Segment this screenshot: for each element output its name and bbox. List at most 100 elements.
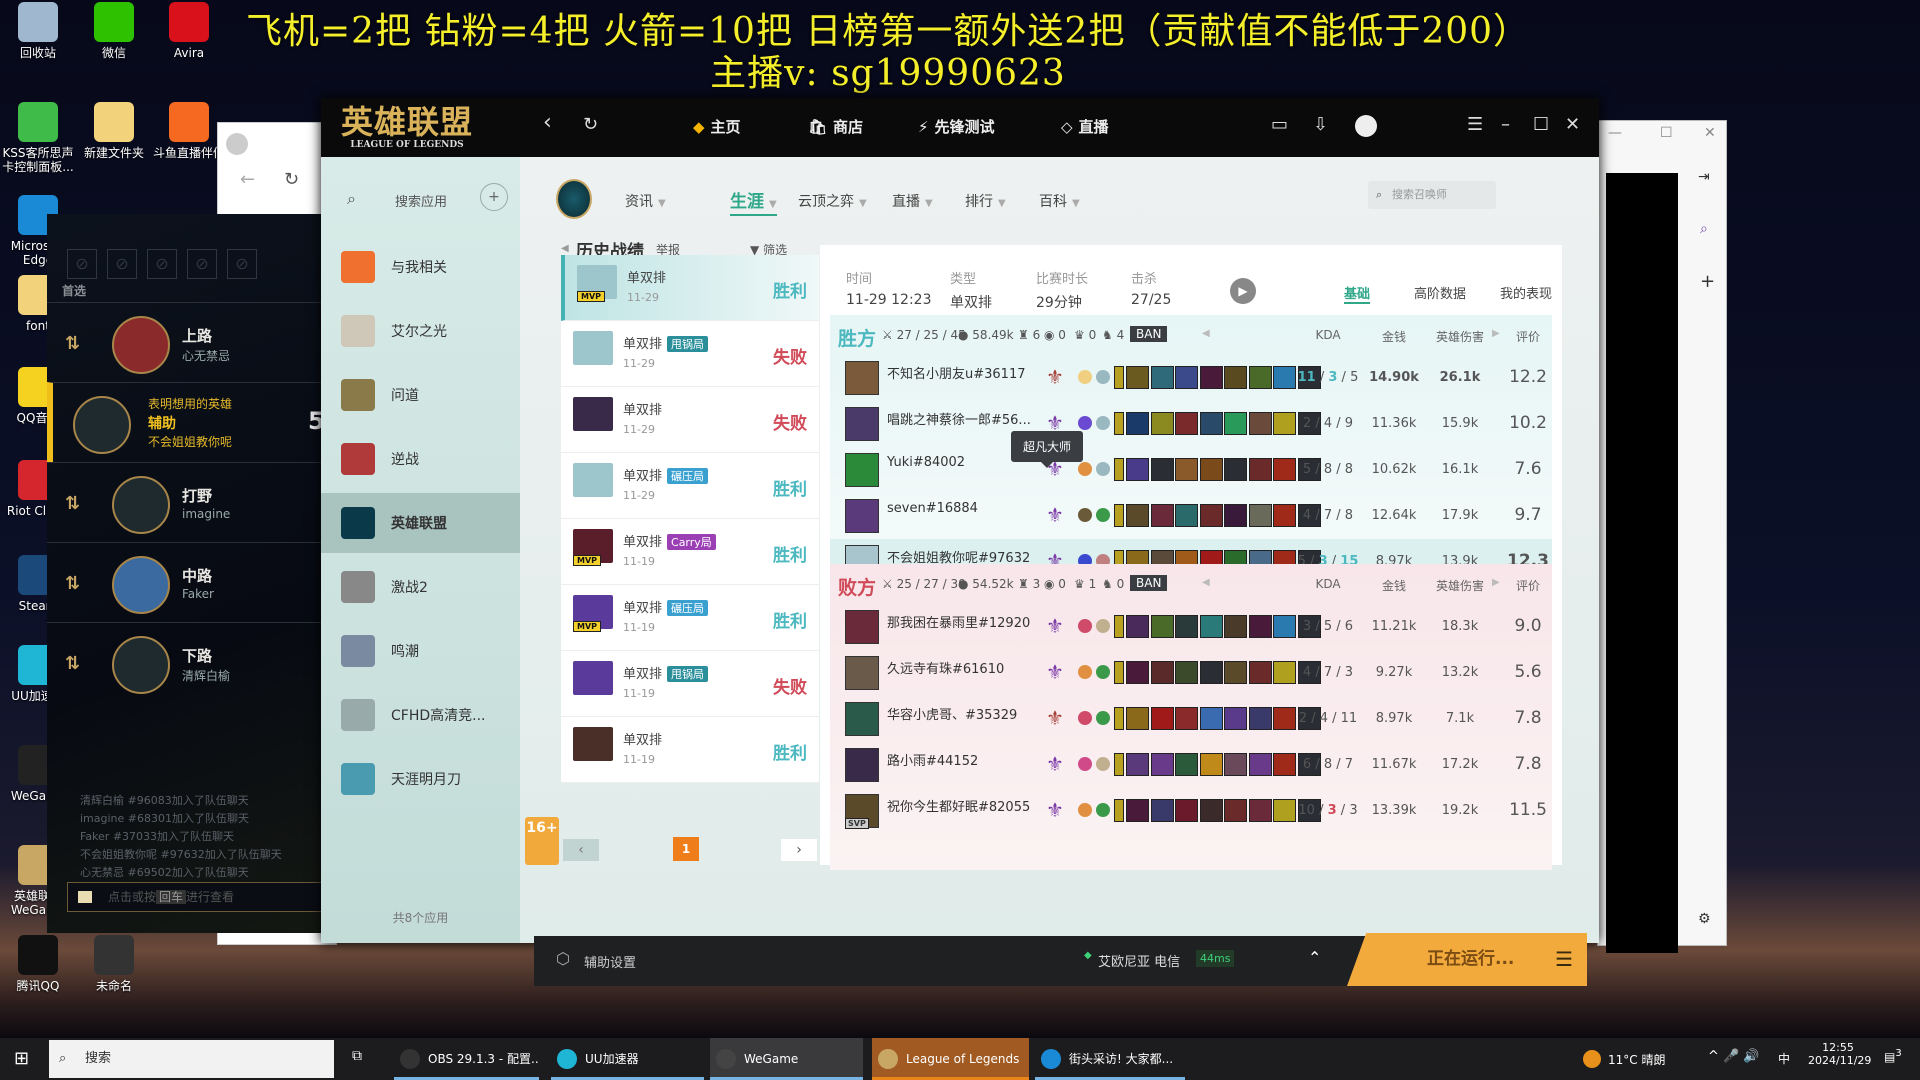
sidebar-app-item[interactable]: 问道	[321, 365, 520, 425]
maximize-icon[interactable]: ☐	[1533, 114, 1549, 135]
swap-position-icon[interactable]: ⇅	[65, 493, 80, 514]
match-list-item[interactable]: 单双排 11-29 失败	[561, 387, 819, 453]
assist-settings-button[interactable]: 辅助设置	[584, 952, 636, 971]
sidebar-app-item[interactable]: 与我相关	[321, 237, 520, 297]
player-row[interactable]: seven#16884 ⚜ 4 / 7 / 8 12.64k 17.9k 9.7	[830, 493, 1552, 539]
subnav-tab[interactable]: 生涯 ▼	[730, 187, 777, 216]
tab-my-performance[interactable]: 我的表现	[1500, 283, 1552, 302]
tab-advanced-data[interactable]: 高阶数据	[1414, 283, 1466, 302]
expand-up-icon[interactable]: ⌃	[1308, 948, 1321, 967]
server-name[interactable]: 艾欧尼亚 电信	[1098, 951, 1180, 970]
subnav-tab[interactable]: 排行 ▼	[965, 191, 1006, 211]
match-list-item[interactable]: MVP 单双排 Carry局 11-19 胜利	[561, 519, 819, 585]
search-icon[interactable]: ⌕	[1700, 221, 1708, 237]
match-list-item[interactable]: 单双排 碾压局 11-29 胜利	[561, 453, 819, 519]
desktop-icon[interactable]: 腾讯QQ	[0, 935, 76, 993]
taskbar-app[interactable]: UU加速器	[551, 1038, 704, 1080]
desktop-icon[interactable]: KSS客所思声卡控制面板...	[0, 102, 76, 174]
next-columns-icon[interactable]: ▶	[1492, 577, 1500, 588]
ime-indicator[interactable]: 中	[1778, 1050, 1790, 1067]
sidebar-app-item[interactable]: 激战2	[321, 557, 520, 617]
nav-live[interactable]: ◇ 直播	[1061, 116, 1109, 137]
close-icon[interactable]: ✕	[1565, 114, 1580, 135]
maximize-icon[interactable]: ☐	[1660, 125, 1673, 141]
taskbar-app[interactable]: OBS 29.1.3 - 配置...	[394, 1038, 539, 1080]
close-icon[interactable]: ✕	[1704, 125, 1716, 141]
settings-icon[interactable]: ⚙	[1698, 911, 1711, 927]
match-list-item[interactable]: MVP 单双排 11-29 胜利	[561, 255, 819, 321]
ban-button[interactable]: BAN	[1130, 326, 1168, 342]
add-app-button[interactable]: +	[480, 183, 508, 211]
player-row[interactable]: 不知名小朋友u#36117 ⚜ 11 / 3 / 5 14.90k 26.1k 12.2	[830, 355, 1552, 401]
minimize-icon[interactable]: –	[1501, 114, 1510, 135]
sidebar-app-item[interactable]: 逆战	[321, 429, 520, 489]
taskbar-app[interactable]: League of Legends	[872, 1038, 1029, 1080]
start-button[interactable]: ⊞	[14, 1048, 29, 1069]
prev-page-button[interactable]: ‹	[563, 839, 599, 861]
folder-icon[interactable]: ▭	[1271, 114, 1288, 135]
replay-play-button[interactable]: ▶	[1230, 278, 1256, 304]
subnav-tab[interactable]: 资讯 ▼	[625, 191, 666, 211]
match-list-item[interactable]: 单双排 11-19 胜利	[561, 717, 819, 783]
swap-position-icon[interactable]: ⇅	[65, 653, 80, 674]
weather[interactable]: 11°C 晴朗	[1608, 1051, 1665, 1068]
minimize-icon[interactable]: —	[1608, 125, 1622, 141]
tray-icons[interactable]: ^ 🎤 🔊	[1708, 1049, 1760, 1064]
running-status-button[interactable]: 正在运行... ☰	[1347, 933, 1587, 986]
refresh-icon[interactable]: ↻	[284, 169, 299, 190]
back-icon[interactable]: ‹	[543, 110, 552, 135]
next-page-button[interactable]: ›	[781, 839, 817, 861]
search-apps-input[interactable]: 搜索应用	[395, 191, 447, 210]
download-icon[interactable]: ⇩	[1313, 114, 1328, 135]
notification-center[interactable]: ▤3	[1884, 1048, 1902, 1064]
clock[interactable]: 12:55 2024/11/29	[1808, 1041, 1871, 1067]
subnav-tab[interactable]: 百科 ▼	[1039, 191, 1080, 211]
back-icon[interactable]: ←	[240, 169, 255, 190]
avatar[interactable]	[1355, 115, 1377, 137]
taskbar-app[interactable]: 街头采访! 大家都...	[1035, 1038, 1185, 1080]
profile-icon[interactable]	[226, 133, 248, 155]
desktop-icon[interactable]: 新建文件夹	[76, 102, 152, 160]
nav-pioneer-test[interactable]: ⚡ 先锋测试	[918, 116, 995, 137]
refresh-icon[interactable]: ↻	[583, 114, 598, 135]
desktop-icon[interactable]: 未命名	[76, 935, 152, 993]
prev-columns-icon[interactable]: ◀	[1202, 577, 1210, 588]
desktop-icon[interactable]: 斗鱼直播伴侣	[151, 102, 227, 160]
player-row[interactable]: SVP 祝你今生都好眠#82055 ⚜ 10 / 3 / 3 13.39k 19.2k 11…	[830, 788, 1552, 834]
match-list-item[interactable]: 单双排 甩锅局 11-19 失败	[561, 651, 819, 717]
match-list-item[interactable]: MVP 单双排 碾压局 11-19 胜利	[561, 585, 819, 651]
subnav-tab[interactable]: 云顶之弈 ▼	[798, 191, 867, 211]
page-1-button[interactable]: 1	[673, 837, 699, 861]
player-row[interactable]: 久远寺有珠#61610 ⚜ 4 / 7 / 3 9.27k 13.2k 5.6	[830, 650, 1552, 696]
menu-icon[interactable]: ☰	[1467, 114, 1483, 135]
prev-columns-icon[interactable]: ◀	[1202, 328, 1210, 339]
task-view-icon[interactable]: ⧉	[352, 1048, 362, 1064]
subnav-tab[interactable]: 直播 ▼	[892, 191, 933, 211]
summoner-search-input[interactable]: ⌕ 搜索召唤师	[1368, 181, 1496, 209]
player-row[interactable]: 那我困在暴雨里#12920 ⚜ 3 / 5 / 6 11.21k 18.3k 9.0	[830, 604, 1552, 650]
taskbar-search[interactable]: ⌕ 搜索	[49, 1040, 334, 1078]
swap-position-icon[interactable]: ⇅	[65, 333, 80, 354]
add-icon[interactable]: +	[1700, 271, 1715, 292]
player-row[interactable]: 路小雨#44152 ⚜ 6 / 8 / 7 11.67k 17.2k 7.8	[830, 742, 1552, 788]
player-row[interactable]: Yuki#84002 ⚜ 5 / 8 / 8 10.62k 16.1k 7.6	[830, 447, 1552, 493]
sidebar-app-item[interactable]: 天涯明月刀	[321, 749, 520, 809]
tab-basic[interactable]: 基础	[1344, 283, 1371, 304]
sidebar-toggle-icon[interactable]: ⇥	[1698, 169, 1710, 185]
player-row[interactable]: 华容小虎哥、#35329 ⚜ 2 / 4 / 11 8.97k 7.1k 7.8	[830, 696, 1552, 742]
taskbar-app[interactable]: WeGame	[710, 1038, 863, 1080]
browser-window-right[interactable]: — ☐ ✕ ⇥ ⌕ + ⚙	[1597, 120, 1727, 953]
collapse-arrow-icon[interactable]: ◀	[561, 243, 569, 254]
match-list-item[interactable]: 单双排 甩锅局 11-29 失败	[561, 321, 819, 387]
ban-button[interactable]: BAN	[1130, 575, 1168, 591]
player-row[interactable]: 唱跳之神蔡徐一郎#56... ⚜ 2 / 4 / 9 11.36k 15.9k 10.2	[830, 401, 1552, 447]
nav-home[interactable]: ◆ 主页	[693, 116, 741, 137]
nav-store[interactable]: 🛍 商店	[808, 116, 863, 137]
swap-position-icon[interactable]: ⇅	[65, 573, 80, 594]
sidebar-app-item[interactable]: CFHD高清竞...	[321, 685, 520, 745]
chat-input[interactable]: 点击或按 回车 进行查看	[67, 882, 323, 912]
sidebar-app-item[interactable]: 艾尔之光	[321, 301, 520, 361]
sidebar-app-item[interactable]: 鸣潮	[321, 621, 520, 681]
next-columns-icon[interactable]: ▶	[1492, 328, 1500, 339]
sidebar-app-item[interactable]: 英雄联盟	[321, 493, 520, 553]
